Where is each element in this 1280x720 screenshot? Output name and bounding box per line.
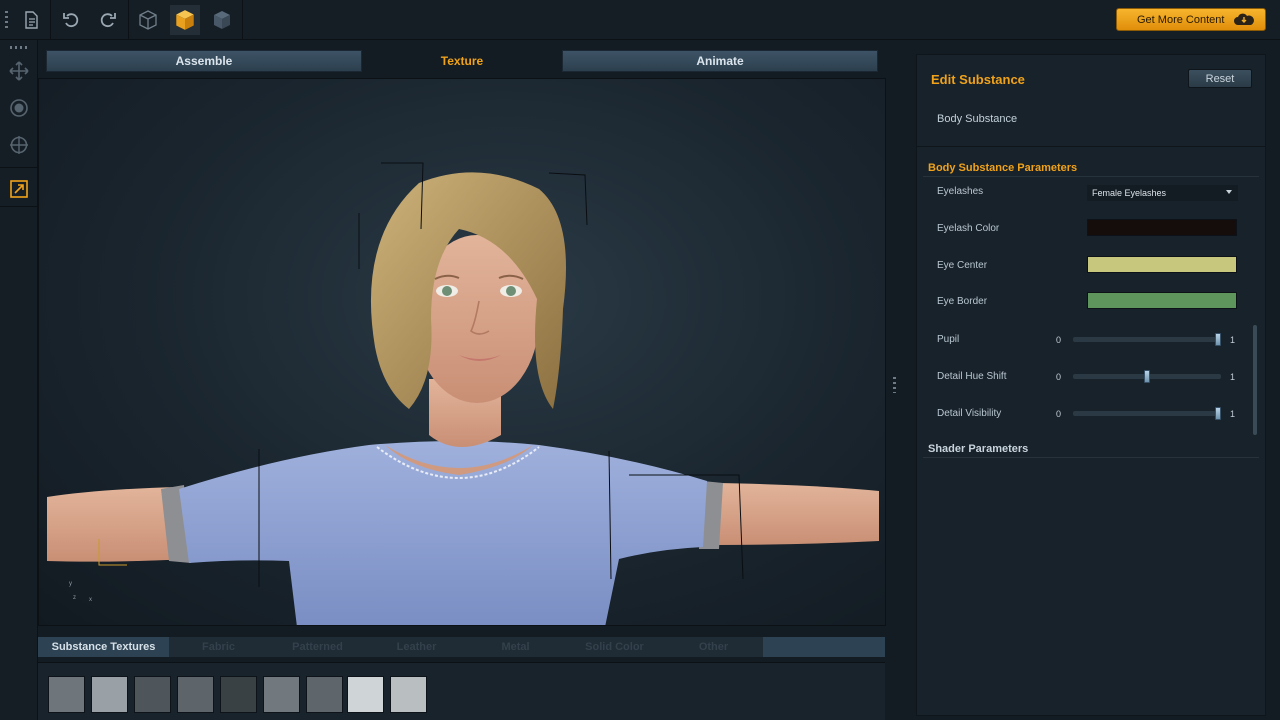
tab-solid-color[interactable]: Solid Color (565, 637, 664, 657)
3d-viewport[interactable]: y z x (38, 78, 886, 626)
pupil-slider[interactable] (1073, 333, 1221, 346)
detail-visibility-min: 0 (1056, 409, 1062, 419)
eye-center-label: Eye Center (937, 260, 988, 271)
substance-swatch[interactable] (306, 676, 343, 713)
redo-icon[interactable] (93, 5, 123, 35)
tool-column-grip[interactable] (10, 46, 28, 49)
get-more-label: Get More Content (1137, 13, 1225, 26)
undo-icon[interactable] (56, 5, 86, 35)
character-model: y z x (47, 162, 879, 625)
detail-hue-shift-label: Detail Hue Shift (937, 371, 1007, 382)
tab-texture[interactable]: Texture (362, 50, 562, 72)
get-more-content-button[interactable]: Get More Content (1116, 8, 1266, 31)
pupil-label: Pupil (937, 334, 960, 345)
toolbar-grip[interactable] (5, 11, 8, 29)
body-substance-parameters-header[interactable]: Body Substance Parameters (923, 159, 1259, 177)
tab-strip-fill (763, 637, 885, 657)
panel-title: Edit Substance (931, 72, 1025, 87)
tab-fabric[interactable]: Fabric (169, 637, 268, 657)
detail-visibility-slider-thumb[interactable] (1215, 407, 1221, 420)
tab-patterned[interactable]: Patterned (268, 637, 367, 657)
detail-visibility-max: 1 (1230, 409, 1236, 419)
shader-parameters-header[interactable]: Shader Parameters (923, 440, 1259, 458)
axis-label-x: x (89, 597, 92, 603)
pupil-max: 1 (1230, 335, 1236, 345)
substance-category-tabs: Substance Textures Fabric Patterned Leat… (38, 637, 885, 657)
detail-hue-shift-slider-thumb[interactable] (1144, 370, 1150, 383)
cube-wire-icon[interactable] (133, 5, 163, 35)
tab-metal[interactable]: Metal (466, 637, 565, 657)
edit-substance-panel: Edit Substance Reset Body Substance Body… (916, 54, 1266, 716)
cloud-download-icon (1234, 13, 1254, 25)
eyelashes-label: Eyelashes (937, 186, 984, 197)
substance-swatch[interactable] (177, 676, 214, 713)
file-icon[interactable] (16, 5, 46, 35)
substance-swatch[interactable] (347, 676, 384, 713)
axis-label-z: z (73, 595, 76, 601)
substance-name: Body Substance (937, 113, 1018, 125)
reset-button[interactable]: Reset (1188, 69, 1252, 88)
eyelash-color-swatch[interactable] (1087, 219, 1237, 236)
rotate-icon[interactable] (4, 93, 34, 123)
cube-shaded-icon[interactable] (207, 5, 237, 35)
tab-assemble[interactable]: Assemble (46, 50, 362, 72)
substance-swatch[interactable] (263, 676, 300, 713)
eyelash-color-label: Eyelash Color (937, 223, 1000, 234)
substance-swatch[interactable] (390, 676, 427, 713)
detail-visibility-slider[interactable] (1073, 407, 1221, 420)
chevron-down-icon (1226, 190, 1232, 194)
detail-hue-shift-min: 0 (1056, 372, 1062, 382)
eyelashes-dropdown[interactable]: Female Eyelashes (1087, 185, 1238, 201)
edit-substance-header: Edit Substance Reset Body Substance (917, 55, 1265, 147)
eye-border-swatch[interactable] (1087, 292, 1237, 309)
eye-border-label: Eye Border (937, 296, 988, 307)
top-toolbar: Get More Content (0, 0, 1280, 40)
tab-animate[interactable]: Animate (562, 50, 878, 72)
cube-solid-icon[interactable] (170, 5, 200, 35)
detail-visibility-label: Detail Visibility (937, 408, 1002, 419)
target-icon[interactable] (4, 130, 34, 160)
move-icon[interactable] (4, 56, 34, 86)
substance-swatch[interactable] (134, 676, 171, 713)
eyelashes-value: Female Eyelashes (1092, 188, 1167, 198)
detail-hue-shift-max: 1 (1230, 372, 1236, 382)
pupil-slider-thumb[interactable] (1215, 333, 1221, 346)
axis-label-y: y (69, 581, 72, 587)
left-tool-column (0, 40, 38, 720)
panel-resize-grip[interactable] (893, 377, 896, 393)
mode-tabs: Assemble Texture Animate (46, 50, 878, 72)
substance-swatch-grid (38, 662, 885, 720)
tab-other[interactable]: Other (664, 637, 763, 657)
eye-center-swatch[interactable] (1087, 256, 1237, 273)
parameters-scrollbar[interactable] (1253, 325, 1257, 435)
tab-leather[interactable]: Leather (367, 637, 466, 657)
pupil-min: 0 (1056, 335, 1062, 345)
resize-icon[interactable] (4, 174, 34, 204)
substance-swatch[interactable] (91, 676, 128, 713)
detail-hue-shift-slider[interactable] (1073, 370, 1221, 383)
substance-swatch[interactable] (220, 676, 257, 713)
tab-substance-textures[interactable]: Substance Textures (38, 637, 169, 657)
substance-swatch[interactable] (48, 676, 85, 713)
